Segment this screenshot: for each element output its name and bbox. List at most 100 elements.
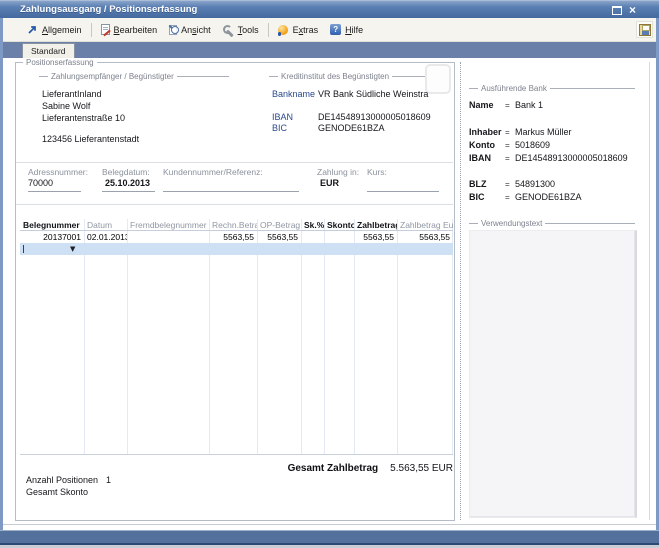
save-icon xyxy=(639,24,651,36)
adressnummer-input-line[interactable] xyxy=(28,191,81,192)
column-header[interactable]: OP-Betrag xyxy=(257,219,301,231)
menu-extras[interactable]: Extras xyxy=(272,22,325,38)
belegdatum-value[interactable]: 25.10.2013 xyxy=(105,178,150,188)
tab-standard[interactable]: Standard xyxy=(22,43,75,58)
side-bic-label: BIC xyxy=(469,192,505,202)
kundennummer-label: Kundennummer/Referenz: xyxy=(163,167,263,177)
help-icon: ? xyxy=(330,24,341,35)
name-value[interactable]: Bank 1 xyxy=(515,100,543,110)
menu-label: Extras xyxy=(293,25,319,35)
panel-right-edge xyxy=(649,62,650,520)
sk-prozent-cell[interactable] xyxy=(301,231,324,243)
menu-tools[interactable]: Tools xyxy=(217,22,265,38)
bic-label: BIC xyxy=(272,123,287,133)
table-new-row-selected[interactable]: ▼ xyxy=(20,243,453,255)
column-header[interactable]: Skonto xyxy=(324,219,354,231)
column-header[interactable]: Datum xyxy=(84,219,127,231)
bankname-value[interactable]: VR Bank Südliche Weinstra xyxy=(318,89,428,99)
belegdatum-input-line[interactable] xyxy=(102,191,155,192)
side-iban-value[interactable]: DE14548913000005018609 xyxy=(515,153,628,163)
restore-window-icon[interactable] xyxy=(612,6,622,15)
anzahl-positionen-value: 1 xyxy=(106,475,111,485)
edit-note-icon xyxy=(101,24,110,35)
rechn-betrag-cell[interactable]: 5563,55 xyxy=(209,231,257,243)
total-row: Gesamt Zahlbetrag5.563,55 EUR xyxy=(20,458,453,476)
blz-value[interactable]: 54891300 xyxy=(515,179,555,189)
content-area: Positionserfassung Zahlungsempfänger / B… xyxy=(3,58,656,524)
fremdbelegnummer-cell[interactable] xyxy=(127,231,209,243)
bic-value[interactable]: GENODE61BZA xyxy=(318,123,385,133)
panel-splitter[interactable] xyxy=(460,62,461,520)
menu-label: Hilfe xyxy=(345,25,363,35)
payee-group-header: Zahlungsempfänger / Begünstigter xyxy=(39,72,229,80)
chevron-down-icon[interactable]: ▼ xyxy=(70,244,75,254)
creditor-bank-group-title: Kreditinstitut des Begünstigten xyxy=(278,72,392,81)
magnifier-icon xyxy=(169,25,177,35)
column-header[interactable]: Rechn.Betrag xyxy=(209,219,257,231)
adressnummer-value[interactable]: 70000 xyxy=(28,178,53,188)
datum-cell[interactable]: 02.01.2013 xyxy=(84,231,127,243)
konto-value[interactable]: 5018609 xyxy=(515,140,550,150)
kurs-label: Kurs: xyxy=(367,167,387,177)
inhaber-label: Inhaber xyxy=(469,127,505,137)
column-header[interactable]: Fremdbelegnummer xyxy=(127,219,209,231)
column-header[interactable]: Zahlbetrag Euro xyxy=(397,219,453,231)
menu-hilfe[interactable]: ? Hilfe xyxy=(324,22,369,38)
blz-label: BLZ xyxy=(469,179,505,189)
zahlung-in-label: Zahlung in: xyxy=(317,167,359,177)
inhaber-value[interactable]: Markus Müller xyxy=(515,127,572,137)
side-bic-row: BIC=GENODE61BZA xyxy=(469,192,582,202)
menu-separator xyxy=(91,23,92,37)
konto-label: Konto xyxy=(469,140,505,150)
name-label: Name xyxy=(469,100,505,110)
belegdatum-label: Belegdatum: xyxy=(102,167,150,177)
ausfuehrende-bank-group-title: Ausführende Bank xyxy=(478,84,550,93)
menu-label: Ansicht xyxy=(181,25,211,35)
menu-ansicht[interactable]: Ansicht xyxy=(163,23,217,37)
close-icon[interactable]: × xyxy=(629,2,636,18)
column-header[interactable]: Sk.% xyxy=(301,219,324,231)
payee-city: 123456 Lieferantenstadt xyxy=(42,134,139,144)
belegnummer-cell[interactable]: 20137001 xyxy=(20,231,84,243)
text-caret xyxy=(23,245,24,253)
groupbox-title: Positionserfassung xyxy=(23,58,97,67)
iban-label: IBAN xyxy=(272,112,293,122)
wrench-icon xyxy=(223,24,234,36)
bankname-label: Bankname xyxy=(272,89,315,99)
verwendungstext-textarea[interactable] xyxy=(469,230,637,518)
save-button[interactable] xyxy=(636,21,653,38)
blz-row: BLZ=54891300 xyxy=(469,179,555,189)
zahlung-in-value[interactable]: EUR xyxy=(320,178,339,188)
creditor-bank-group-header: Kreditinstitut des Begünstigten xyxy=(269,72,425,80)
side-bic-value[interactable]: GENODE61BZA xyxy=(515,192,582,202)
ausfuehrende-bank-group-header: Ausführende Bank xyxy=(469,84,635,92)
bulb-icon xyxy=(278,24,289,36)
menu-bearbeiten[interactable]: Bearbeiten xyxy=(95,22,164,37)
verwendungstext-group-header: Verwendungstext xyxy=(469,219,635,227)
positions-table: Belegnummer Datum Fremdbelegnummer Rechn… xyxy=(20,219,453,455)
table-row[interactable]: 20137001 02.01.2013 5563,55 5563,55 5563… xyxy=(20,231,453,243)
adressnummer-label: Adressnummer: xyxy=(28,167,88,177)
section-divider xyxy=(16,162,453,163)
kurs-input-line[interactable] xyxy=(367,191,439,192)
zahlbetrag-cell[interactable]: 5563,55 xyxy=(354,231,397,243)
column-header[interactable]: Belegnummer xyxy=(20,219,84,231)
zahlbetrag-euro-cell[interactable]: 5563,55 xyxy=(397,231,453,243)
bank-name-row: Name=Bank 1 xyxy=(469,100,543,110)
payee-group-title: Zahlungsempfänger / Begünstigter xyxy=(48,72,177,81)
side-iban-label: IBAN xyxy=(469,153,505,163)
title-bar: Zahlungsausgang / Positionserfassung × xyxy=(0,0,659,18)
op-betrag-cell[interactable]: 5563,55 xyxy=(257,231,301,243)
menu-label: Bearbeiten xyxy=(114,25,158,35)
payee-street: Lieferantenstraße 10 xyxy=(42,113,125,123)
gesamt-zahlbetrag-value: 5.563,55 EUR xyxy=(390,463,453,474)
skonto-cell[interactable] xyxy=(324,231,354,243)
column-header[interactable]: Zahlbetrag xyxy=(354,219,397,231)
section-divider xyxy=(16,204,453,205)
kundennummer-input-line[interactable] xyxy=(163,191,299,192)
menu-label: Allgemein xyxy=(42,25,82,35)
menu-allgemein[interactable]: Allgemein xyxy=(21,22,88,38)
iban-row: IBAN=DE14548913000005018609 xyxy=(469,153,628,163)
iban-value[interactable]: DE14548913000005018609 xyxy=(318,112,431,122)
verwendungstext-group-title: Verwendungstext xyxy=(478,219,545,228)
